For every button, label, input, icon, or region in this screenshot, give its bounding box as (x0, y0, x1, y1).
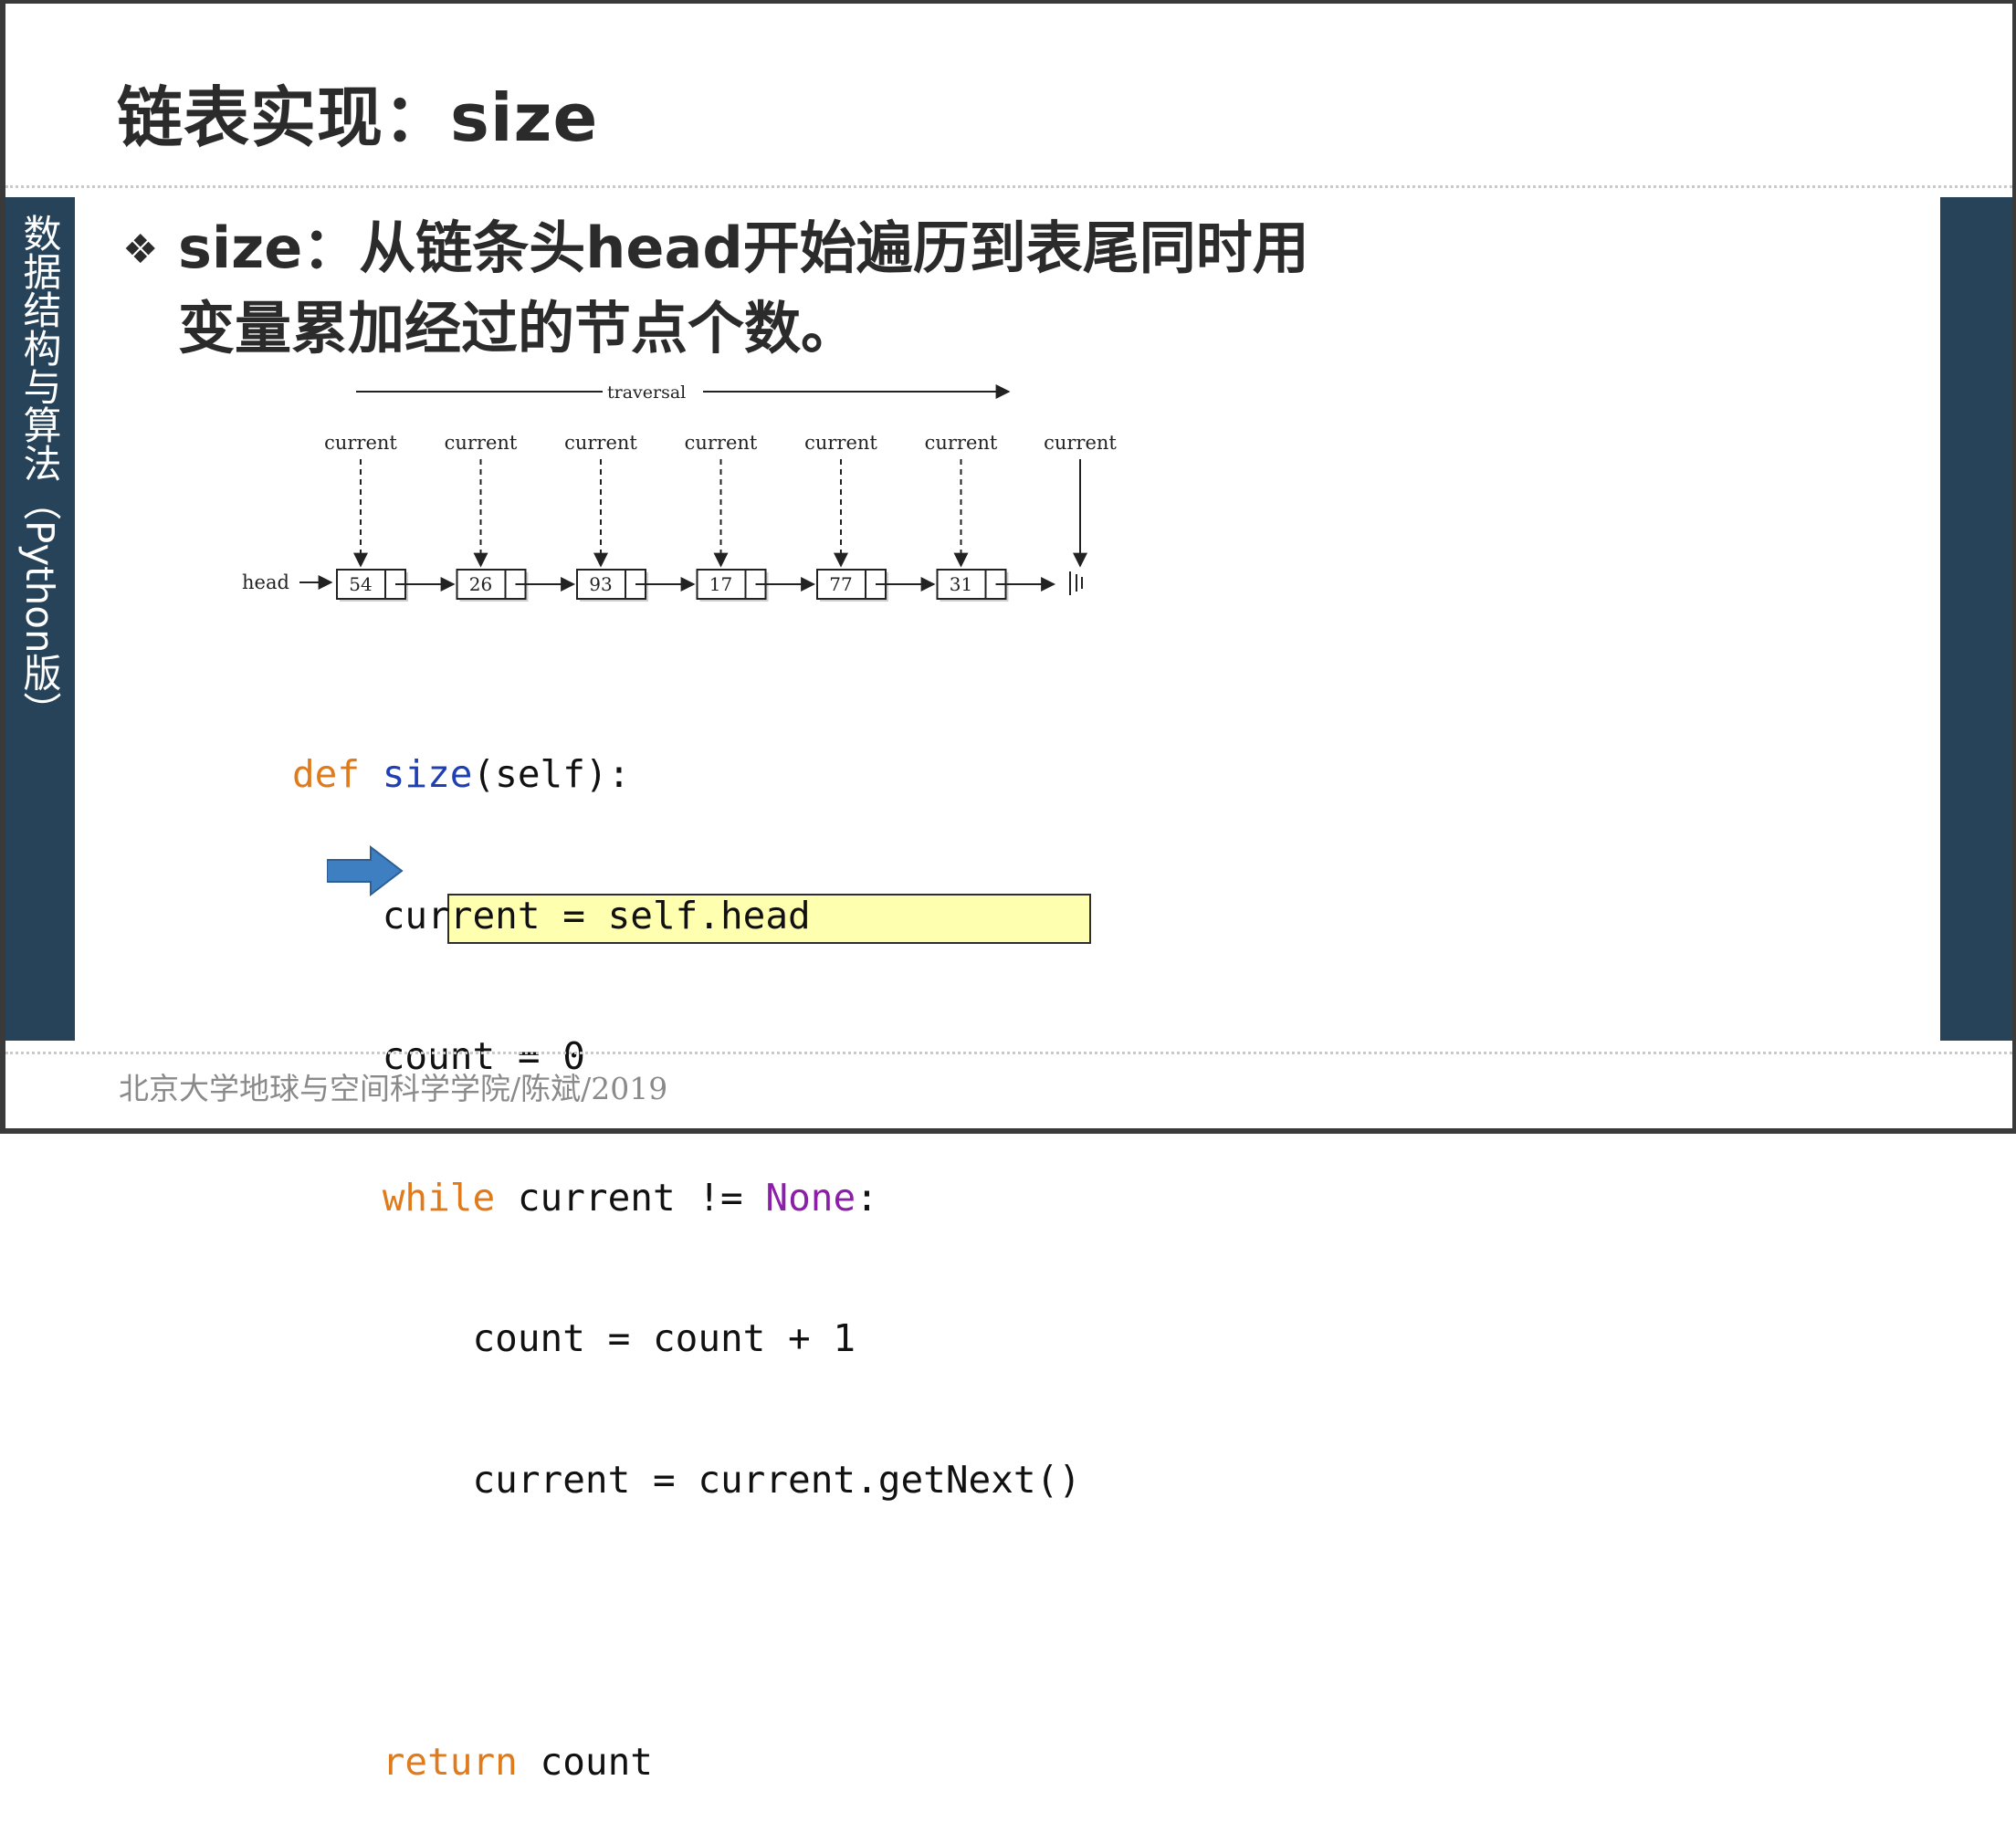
current-pointer: current (685, 432, 758, 568)
current-label: current (564, 432, 637, 454)
node-value: 31 (950, 573, 972, 595)
list-node: 54 (336, 569, 456, 602)
traversal-arrow: traversal (356, 382, 1011, 403)
current-label: current (445, 432, 518, 454)
linked-list-diagram: traversal current current current current cu… (242, 382, 1117, 602)
list-node: 31 (936, 569, 1056, 602)
bullet-text: size：从链条头head开始遍历到表尾同时用变量累加经过的节点个数。 (178, 215, 1309, 361)
code-line-1: def size(self): (292, 752, 631, 796)
current-pointer: current (925, 432, 998, 568)
head-label: head (242, 571, 289, 593)
code-line-6: current = current.getNext() (292, 1457, 1081, 1502)
code-line-7: return count (382, 1739, 653, 1784)
side-band-right (1940, 197, 2012, 1041)
code-line-2: current = self.head (292, 893, 811, 937)
current-pointer: current (804, 432, 877, 568)
list-node: 26 (456, 569, 576, 602)
current-pointer: current (445, 432, 518, 568)
list-node: 77 (816, 569, 936, 602)
title-divider (5, 185, 2012, 188)
window-frame-top (0, 0, 2016, 4)
current-label: current (324, 432, 397, 454)
list-node: 93 (576, 569, 696, 602)
current-label: current (925, 432, 998, 454)
node-value: 54 (349, 573, 372, 595)
footer-credit: 北京大学地球与空间科学学院/陈斌/2019 (119, 1071, 668, 1106)
window-frame-right (2012, 0, 2016, 1134)
diamond-bullet-icon: ❖ (122, 226, 159, 273)
code-line-5: count = count + 1 (292, 1316, 856, 1360)
list-node: 17 (696, 569, 816, 602)
node-value: 93 (589, 573, 612, 595)
current-label: current (1044, 432, 1117, 454)
current-label: current (804, 432, 877, 454)
course-side-label: 数据结构与算法（Python版） (17, 214, 62, 730)
current-pointer: current (564, 432, 637, 568)
current-label: current (685, 432, 758, 454)
current-pointer: current (1044, 432, 1117, 568)
slide-title: 链表实现：size (117, 79, 599, 156)
footer-divider (5, 1052, 2012, 1054)
null-terminator-icon (1069, 571, 1083, 595)
node-value: 26 (469, 573, 492, 595)
traversal-label: traversal (607, 382, 686, 403)
code-line-4: while current != None: (382, 1175, 878, 1220)
current-pointer: current (324, 432, 397, 568)
code-block: def size(self): current = self.head coun… (292, 657, 1081, 1833)
node-value: 17 (709, 573, 732, 595)
node-value: 77 (829, 573, 852, 595)
